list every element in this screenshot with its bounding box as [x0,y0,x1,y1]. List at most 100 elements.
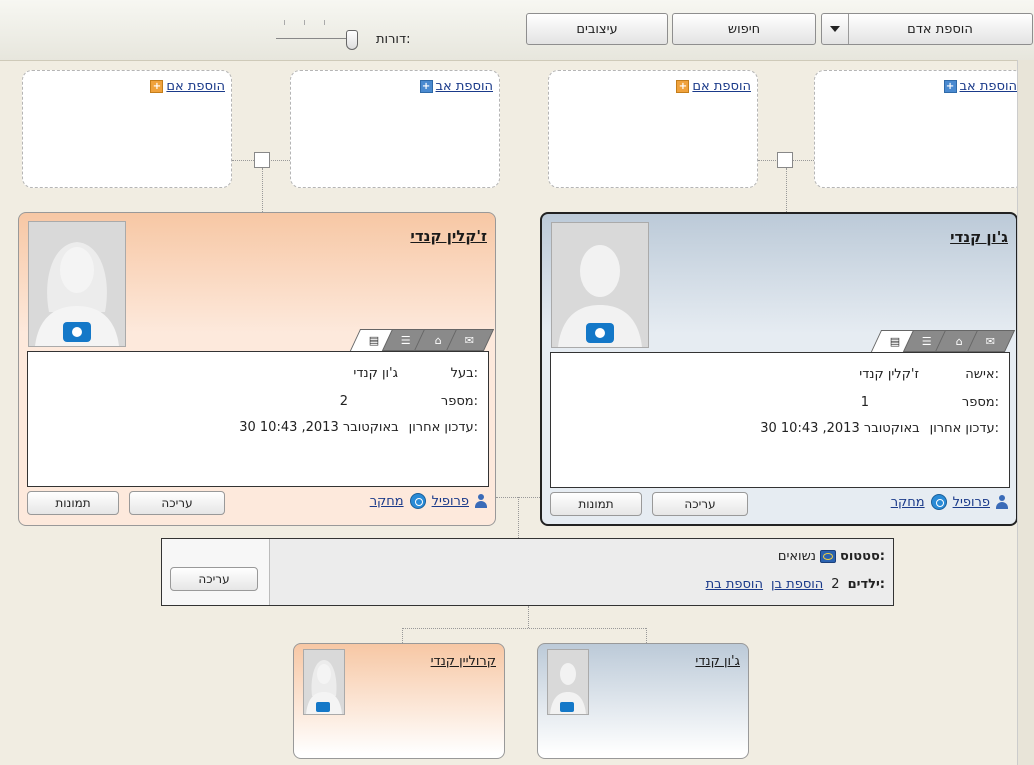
camera-icon[interactable] [586,323,614,343]
card-footer: פרופיל מחקר עריכה תמונות [27,489,489,517]
research-link[interactable]: מחקר [370,494,404,509]
person-name[interactable]: ג'ון קנדי [950,228,1008,246]
parent-placeholder: + הוספת אם [548,70,758,188]
photos-button[interactable]: תמונות [27,491,119,515]
spouse-label: אישה: [965,367,999,382]
updated-label: עדכון אחרון: [929,421,999,436]
toolbar: הוספת אדם חיפוש עיצובים דורות: [0,0,1034,61]
slider-tick [284,20,285,25]
spouse-value: ג'ון קנדי [353,366,398,381]
add-mother-link[interactable]: + הוספת אם [150,79,225,94]
camera-icon[interactable] [63,322,91,342]
children-count: 2 [831,577,840,592]
person-icon [475,494,487,508]
avatar[interactable] [303,649,345,715]
id-card-icon: ▤ [368,334,379,347]
child-card-caroline[interactable]: קרוליין קנדי [293,643,505,759]
add-father-link[interactable]: + הוספת אב [943,79,1017,94]
person-name[interactable]: ז'קלין קנדי [410,227,487,245]
status-label: סטטוס: [840,549,885,564]
connector-line [518,497,519,538]
children-label: ילדים: [847,577,885,592]
add-person-dropdown[interactable] [822,14,849,44]
person-icon [996,495,1008,509]
id-card-icon: ▤ [889,335,900,348]
search-button[interactable]: חיפוש [672,13,816,45]
inbox-icon: ✉ [986,334,996,348]
connector-line [528,606,529,628]
connector-line [646,628,647,643]
number-label: מספר: [961,395,999,410]
connector-line [402,628,646,629]
generations-label: דורות: [376,32,411,47]
status-row: סטטוס: נשואים [778,549,885,564]
generations-slider[interactable]: דורות: [276,10,436,54]
updated-label: עדכון אחרון: [408,420,478,435]
edit-button[interactable]: עריכה [652,492,748,516]
child-name[interactable]: קרוליין קנדי [431,654,496,669]
photos-button[interactable]: תמונות [550,492,642,516]
connector-line [786,168,787,212]
profile-link[interactable]: פרופיל [953,495,990,510]
family-edit-button[interactable]: עריכה [170,567,258,591]
plus-icon: + [943,80,957,93]
card-links: פרופיל מחקר [891,494,1008,510]
search-icon [409,493,426,509]
rings-icon [820,550,836,563]
person-card-john: ג'ון קנדי ▤ ☰ ⌂ ✉ אישה: ז'קלין קנדי מספר:… [540,212,1018,526]
updated-value: 30 באוקטובר 2013, 10:43 [239,420,399,435]
camera-icon[interactable] [560,702,574,712]
spouse-value: ז'קלין קנדי [859,367,919,382]
research-link[interactable]: מחקר [891,495,925,510]
number-value: 2 [339,394,348,409]
card-links: פרופיל מחקר [370,493,487,509]
plus-icon: + [419,80,433,93]
add-son-link[interactable]: הוספת בן [771,577,823,592]
child-name[interactable]: ג'ון קנדי [695,654,740,669]
chevron-down-icon [830,26,840,32]
number-value: 1 [860,395,869,410]
add-father-link[interactable]: + הוספת אב [419,79,493,94]
plus-icon: + [150,80,164,93]
connector-line [402,628,403,643]
status-value: נשואים [777,549,816,564]
styles-button[interactable]: עיצובים [526,13,668,45]
add-person-label: הוספת אדם [907,21,973,37]
number-label: מספר: [440,394,478,409]
profile-link[interactable]: פרופיל [432,494,469,509]
search-icon [930,494,947,510]
avatar[interactable] [551,222,649,348]
list-icon: ☰ [922,334,932,348]
parent-placeholder: + הוספת אם [22,70,232,188]
avatar[interactable] [28,221,126,347]
children-row: ילדים: 2 הוספת בן הוספת בת [706,577,885,592]
camera-icon[interactable] [316,702,330,712]
house-icon: ⌂ [955,334,963,348]
parents-connector [777,152,793,168]
avatar[interactable] [547,649,589,715]
add-person-button[interactable]: הוספת אדם [821,13,1033,45]
list-icon: ☰ [401,333,411,347]
details-panel: בעל: ג'ון קנדי מספר: 2 עדכון אחרון: 30 באוק… [27,351,489,487]
parent-placeholder: + הוספת אב [290,70,500,188]
add-mother-link[interactable]: + הוספת אם [676,79,751,94]
card-tabs: ▤ ☰ ⌂ ✉ [349,329,495,351]
slider-tick [324,20,325,25]
family-panel: עריכה סטטוס: נשואים ילדים: 2 הוספת בן הו… [161,538,894,606]
vertical-scrollbar[interactable] [1017,60,1034,765]
edit-button[interactable]: עריכה [129,491,225,515]
parent-placeholder: + הוספת אב [814,70,1024,188]
add-daughter-link[interactable]: הוספת בת [706,577,763,592]
slider-tick [304,20,305,25]
updated-value: 30 באוקטובר 2013, 10:43 [760,421,920,436]
house-icon: ⌂ [434,333,442,347]
slider-track[interactable] [276,38,346,39]
parents-connector [254,152,270,168]
plus-icon: + [676,80,690,93]
card-tabs: ▤ ☰ ⌂ ✉ [870,330,1016,352]
spouse-label: בעל: [450,366,478,381]
person-card-jacqueline: ז'קלין קנדי ▤ ☰ ⌂ ✉ בעל: ג'ון קנדי מספר: 2… [18,212,496,526]
slider-thumb[interactable] [346,30,358,50]
child-card-john[interactable]: ג'ון קנדי [537,643,749,759]
card-footer: פרופיל מחקר עריכה תמונות [550,490,1010,518]
